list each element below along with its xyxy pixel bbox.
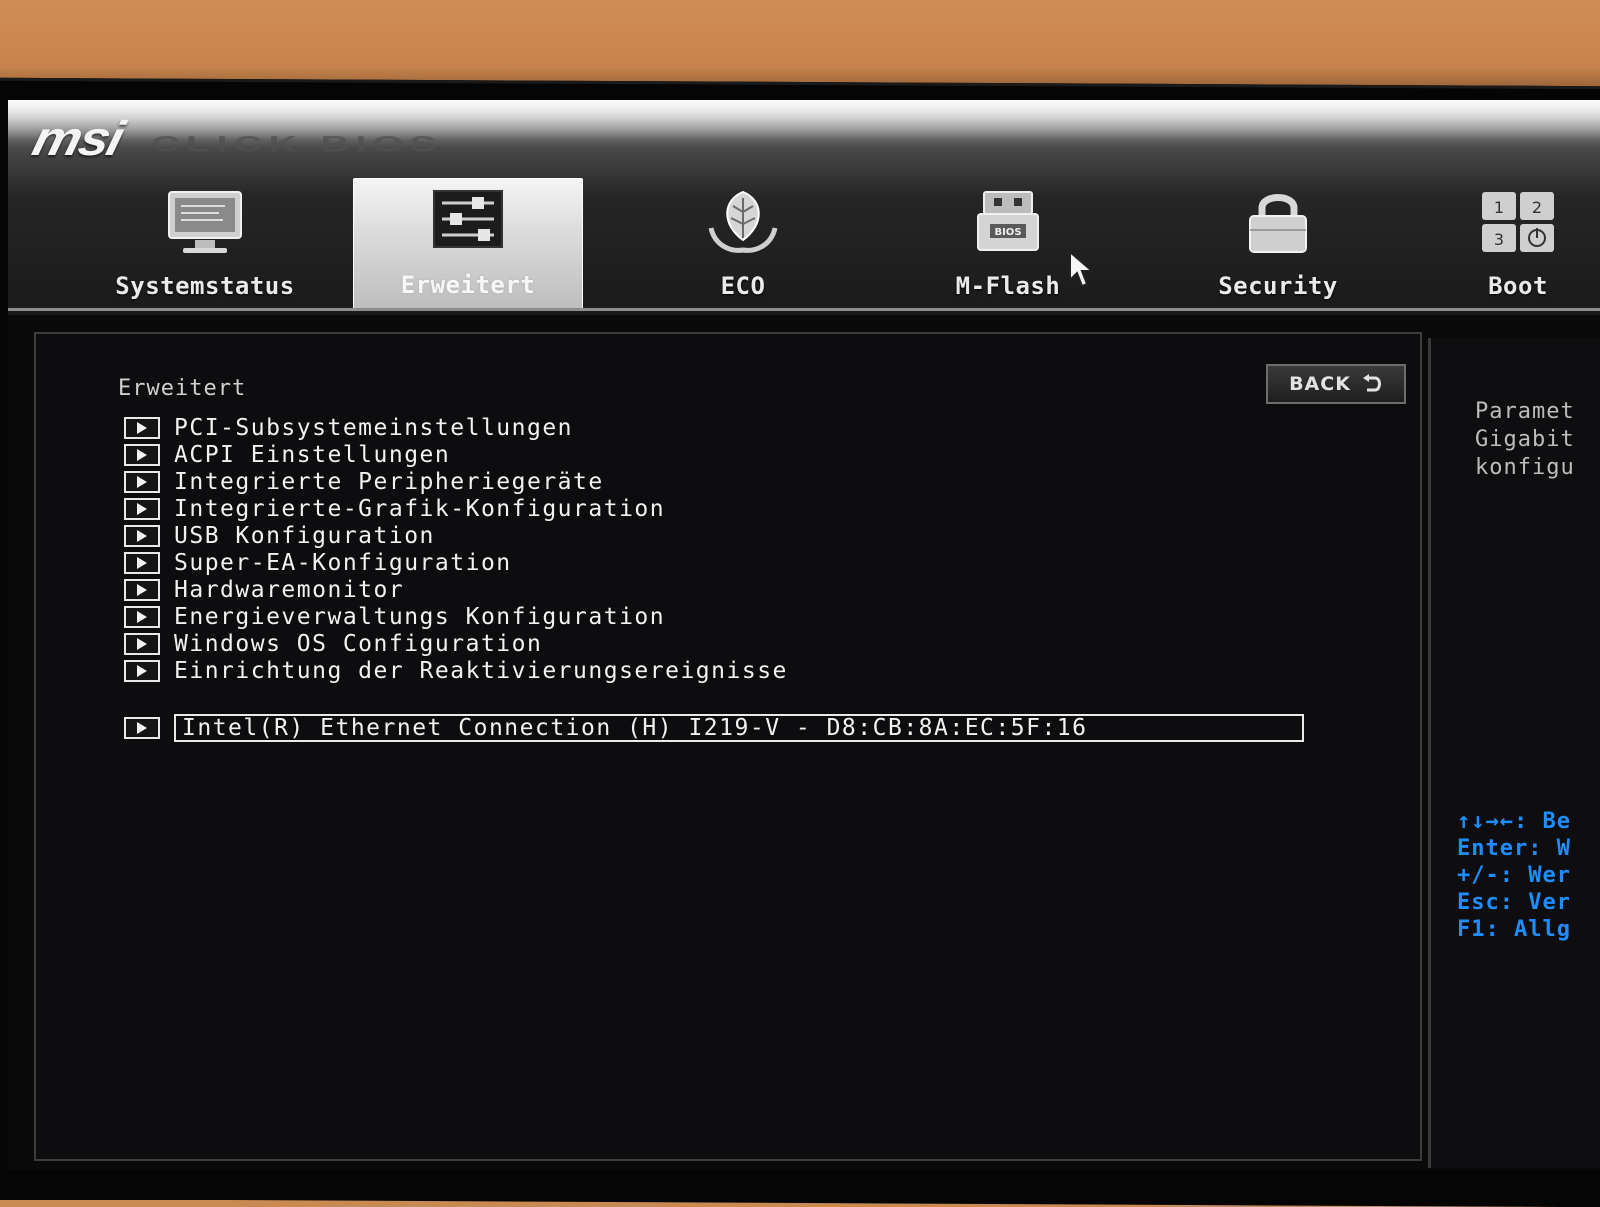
bios-screen: msi CLICK BIOS Systemstatus Erweitert EC… [8, 100, 1600, 1200]
submenu-arrow-icon [124, 632, 160, 655]
main-panel: Erweitert BACK PCI-Subsystemeinstellunge… [34, 332, 1422, 1161]
tab-label: Boot [1488, 272, 1548, 300]
key-hint: Enter: W [1457, 836, 1571, 861]
menu-item-wake-events[interactable]: Einrichtung der Reaktivierungsereignisse [124, 657, 1344, 684]
menu-item-label: PCI-Subsystemeinstellungen [174, 414, 574, 441]
key-hint: Esc: Ver [1457, 890, 1571, 915]
tab-label: Systemstatus [115, 272, 295, 300]
key-legend: ↑↓→←: Be Enter: W +/-: Wer Esc: Ver F1: … [1457, 808, 1600, 943]
bios-header: msi CLICK BIOS Systemstatus Erweitert EC… [8, 100, 1600, 315]
submenu-arrow-icon [124, 605, 160, 628]
help-description: Paramet Gigabit konfigu [1475, 398, 1600, 482]
usb-bios-icon: BIOS [977, 191, 1039, 251]
tab-label: Erweitert [400, 271, 536, 299]
help-line: Gigabit [1475, 427, 1575, 452]
tab-label: M-Flash [955, 272, 1061, 300]
submenu-arrow-icon [124, 524, 160, 547]
menu-item-pci[interactable]: PCI-Subsystemeinstellungen [124, 414, 1344, 441]
msi-logo: msi [27, 112, 128, 166]
submenu-arrow-icon [124, 470, 160, 493]
menu-item-label: Integrierte Peripheriegeräte [174, 468, 604, 495]
menu-item-label: Integrierte-Grafik-Konfiguration [174, 495, 666, 522]
tab-systemstatus[interactable]: Systemstatus [90, 178, 320, 310]
key-hint: F1: Allg [1457, 917, 1571, 942]
menu-item-label: Super-EA-Konfiguration [174, 549, 512, 576]
header-divider [8, 308, 1600, 311]
menu-item-acpi[interactable]: ACPI Einstellungen [124, 441, 1344, 468]
menu-item-label: Hardwaremonitor [174, 576, 405, 603]
key-hint: +/-: Wer [1457, 863, 1571, 888]
menu-item-ethernet[interactable]: Intel(R) Ethernet Connection (H) I219-V … [124, 713, 1344, 742]
menu-item-graphics[interactable]: Integrierte-Grafik-Konfiguration [124, 495, 1344, 522]
monitor-bezel-bottom [0, 1170, 1600, 1200]
menu-item-power[interactable]: Energieverwaltungs Konfiguration [124, 603, 1344, 630]
back-arrow-icon [1362, 374, 1381, 392]
brand: msi CLICK BIOS [27, 108, 443, 168]
svg-text:BIOS: BIOS [994, 227, 1021, 238]
sliders-icon [433, 190, 503, 248]
menu-item-label: Energieverwaltungs Konfiguration [174, 603, 666, 630]
mouse-cursor-icon [1069, 250, 1095, 288]
click-bios-logo: CLICK BIOS [151, 132, 443, 157]
help-panel: Paramet Gigabit konfigu ↑↓→←: Be Enter: … [1428, 338, 1600, 1168]
tab-label: ECO [720, 272, 766, 300]
submenu-arrow-icon [124, 497, 160, 520]
submenu-arrow-icon [124, 416, 160, 439]
tab-boot[interactable]: 1 2 3 Boot [1428, 178, 1600, 310]
menu-item-peripherals[interactable]: Integrierte Peripheriegeräte [124, 468, 1344, 495]
selected-menu-item-label: Intel(R) Ethernet Connection (H) I219-V … [174, 713, 1304, 742]
submenu-arrow-icon [124, 443, 160, 466]
submenu-arrow-icon [124, 578, 160, 601]
menu-item-label: ACPI Einstellungen [174, 441, 451, 468]
back-label: BACK [1289, 373, 1351, 395]
menu-item-hardware-monitor[interactable]: Hardwaremonitor [124, 576, 1344, 603]
menu-item-label: Windows OS Configuration [174, 630, 543, 657]
submenu-arrow-icon [124, 659, 160, 682]
menu-item-super-ea[interactable]: Super-EA-Konfiguration [124, 549, 1344, 576]
tab-label: Security [1218, 272, 1338, 300]
tab-security[interactable]: Security [1163, 178, 1393, 310]
settings-menu: PCI-Subsystemeinstellungen ACPI Einstell… [124, 414, 1344, 742]
section-title: Erweitert [118, 376, 247, 401]
monitor-icon [168, 191, 242, 253]
tab-erweitert[interactable]: Erweitert [353, 178, 583, 310]
submenu-arrow-icon [124, 551, 160, 574]
svg-text:2: 2 [1532, 198, 1542, 217]
leaf-icon [708, 190, 778, 253]
padlock-icon [1249, 194, 1307, 253]
svg-text:1: 1 [1494, 198, 1504, 217]
svg-text:3: 3 [1494, 230, 1504, 249]
key-hint: ↑↓→←: Be [1457, 809, 1571, 834]
tab-eco[interactable]: ECO [628, 178, 858, 310]
help-line: Paramet [1475, 399, 1575, 424]
submenu-arrow-icon [124, 716, 160, 739]
menu-item-windows-os[interactable]: Windows OS Configuration [124, 630, 1344, 657]
menu-item-usb[interactable]: USB Konfiguration [124, 522, 1344, 549]
boot-order-icon: 1 2 3 [1482, 192, 1554, 252]
back-button[interactable]: BACK [1266, 364, 1406, 404]
menu-item-label: USB Konfiguration [174, 522, 435, 549]
menu-item-label: Einrichtung der Reaktivierungsereignisse [174, 657, 788, 684]
tab-m-flash[interactable]: BIOS M-Flash [893, 178, 1123, 310]
help-line: konfigu [1475, 455, 1575, 480]
